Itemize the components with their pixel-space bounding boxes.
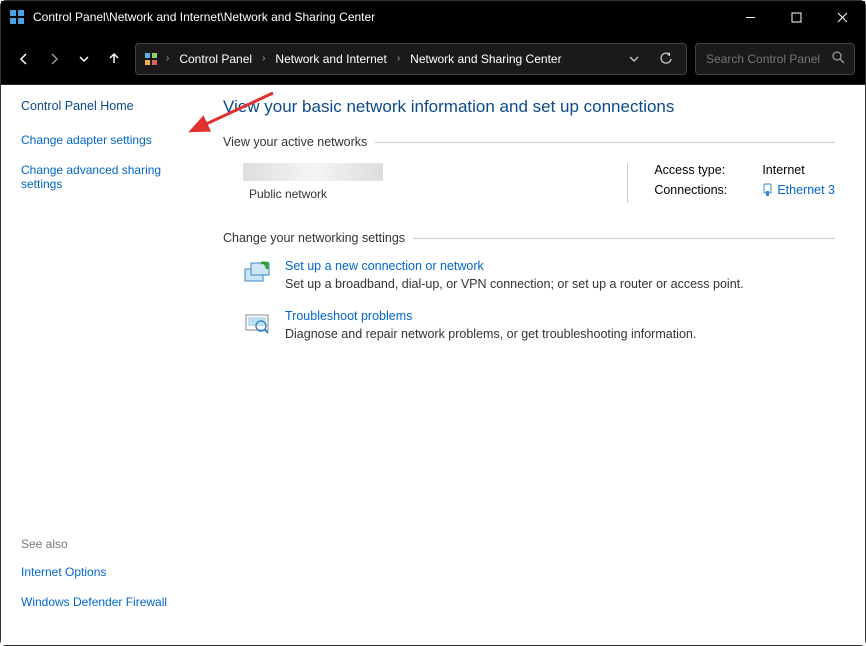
- close-button[interactable]: [819, 1, 865, 33]
- sidebar: Control Panel Home Change adapter settin…: [1, 85, 211, 645]
- see-also-label: See also: [21, 537, 201, 551]
- chevron-right-icon[interactable]: ›: [395, 53, 402, 64]
- up-button[interactable]: [101, 46, 127, 72]
- troubleshoot-link[interactable]: Troubleshoot problems: [285, 309, 696, 323]
- control-panel-icon: [9, 9, 25, 25]
- change-settings-header: Change your networking settings: [223, 231, 835, 245]
- divider: [627, 163, 628, 203]
- refresh-button[interactable]: [652, 45, 680, 73]
- main-panel: View your basic network information and …: [211, 85, 865, 645]
- change-advanced-sharing-link[interactable]: Change advanced sharing settings: [21, 163, 201, 191]
- troubleshoot-icon: [243, 309, 271, 337]
- minimize-button[interactable]: [727, 1, 773, 33]
- active-network-block: Public network Access type: Internet Con…: [243, 163, 835, 203]
- dropdown-button[interactable]: [620, 45, 648, 73]
- chevron-right-icon[interactable]: ›: [260, 53, 267, 64]
- recent-locations-button[interactable]: [71, 46, 97, 72]
- search-box[interactable]: [695, 43, 855, 75]
- setup-connection-icon: [243, 259, 271, 287]
- breadcrumb-item[interactable]: Network and Sharing Center: [406, 50, 565, 68]
- setup-connection-item[interactable]: Set up a new connection or network Set u…: [243, 259, 835, 291]
- breadcrumb-item[interactable]: Network and Internet: [271, 50, 390, 68]
- control-panel-home-link[interactable]: Control Panel Home: [21, 99, 201, 113]
- change-adapter-settings-link[interactable]: Change adapter settings: [21, 133, 201, 147]
- page-title: View your basic network information and …: [223, 97, 835, 117]
- breadcrumb-item[interactable]: Control Panel: [175, 50, 256, 68]
- network-name-redacted: [243, 163, 383, 181]
- connections-label: Connections:: [654, 183, 738, 197]
- setup-connection-desc: Set up a broadband, dial-up, or VPN conn…: [285, 277, 744, 291]
- internet-options-link[interactable]: Internet Options: [21, 565, 201, 579]
- access-type-value: Internet: [762, 163, 804, 177]
- titlebar: Control Panel\Network and Internet\Netwo…: [1, 1, 865, 33]
- window-title: Control Panel\Network and Internet\Netwo…: [33, 10, 727, 24]
- active-networks-header: View your active networks: [223, 135, 835, 149]
- windows-defender-firewall-link[interactable]: Windows Defender Firewall: [21, 595, 201, 609]
- back-button[interactable]: [11, 46, 37, 72]
- troubleshoot-desc: Diagnose and repair network problems, or…: [285, 327, 696, 341]
- access-type-label: Access type:: [654, 163, 738, 177]
- search-icon: [832, 51, 846, 67]
- network-center-icon: [142, 50, 160, 68]
- troubleshoot-item[interactable]: Troubleshoot problems Diagnose and repai…: [243, 309, 835, 341]
- navbar: › Control Panel › Network and Internet ›…: [1, 33, 865, 85]
- forward-button[interactable]: [41, 46, 67, 72]
- search-input[interactable]: [704, 51, 832, 67]
- ethernet-icon: [762, 183, 773, 197]
- address-bar[interactable]: › Control Panel › Network and Internet ›…: [135, 43, 687, 75]
- network-type: Public network: [249, 187, 617, 201]
- setup-connection-link[interactable]: Set up a new connection or network: [285, 259, 744, 273]
- maximize-button[interactable]: [773, 1, 819, 33]
- chevron-right-icon[interactable]: ›: [164, 53, 171, 64]
- connection-link[interactable]: Ethernet 3: [762, 183, 835, 197]
